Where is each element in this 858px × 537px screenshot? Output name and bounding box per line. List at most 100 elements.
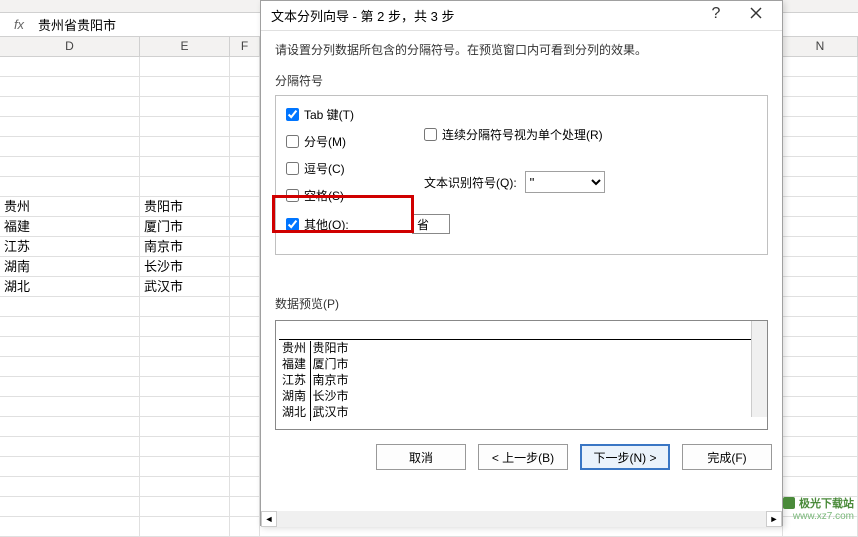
cell[interactable] xyxy=(0,77,140,96)
cell[interactable] xyxy=(783,197,858,216)
cell[interactable] xyxy=(0,297,140,316)
cell[interactable] xyxy=(140,177,230,196)
close-button[interactable] xyxy=(736,2,776,30)
cell[interactable] xyxy=(140,477,230,496)
cell[interactable] xyxy=(0,57,140,76)
cell[interactable] xyxy=(230,317,260,336)
cell[interactable] xyxy=(230,297,260,316)
cell[interactable]: 贵州 xyxy=(0,197,140,216)
col-header-f[interactable]: F xyxy=(230,37,260,56)
next-button[interactable]: 下一步(N) > xyxy=(580,444,670,470)
cell[interactable] xyxy=(230,137,260,156)
cell[interactable] xyxy=(0,137,140,156)
cell[interactable]: 福建 xyxy=(0,217,140,236)
cell[interactable] xyxy=(230,177,260,196)
cell[interactable] xyxy=(0,317,140,336)
cell[interactable] xyxy=(230,77,260,96)
cell[interactable] xyxy=(230,277,260,296)
cell[interactable] xyxy=(783,357,858,376)
cell[interactable] xyxy=(783,317,858,336)
cancel-button[interactable]: 取消 xyxy=(376,444,466,470)
cell[interactable] xyxy=(140,77,230,96)
cell[interactable] xyxy=(0,337,140,356)
scroll-right-arrow-icon[interactable]: ► xyxy=(766,511,782,527)
cell[interactable] xyxy=(230,457,260,476)
cell[interactable] xyxy=(230,357,260,376)
cell[interactable] xyxy=(230,477,260,496)
cell[interactable] xyxy=(783,117,858,136)
col-header-d[interactable]: D xyxy=(0,37,140,56)
cell[interactable] xyxy=(783,457,858,476)
cell[interactable] xyxy=(140,137,230,156)
cell[interactable]: 南京市 xyxy=(140,237,230,256)
cell[interactable] xyxy=(140,417,230,436)
cell[interactable] xyxy=(230,377,260,396)
cell[interactable] xyxy=(230,237,260,256)
delimiter-other-checkbox[interactable] xyxy=(286,218,299,231)
cell[interactable] xyxy=(230,437,260,456)
delimiter-other[interactable]: 其他(O): xyxy=(286,216,406,233)
cell[interactable]: 湖南 xyxy=(0,257,140,276)
cell[interactable] xyxy=(230,417,260,436)
cell[interactable] xyxy=(140,437,230,456)
cell[interactable]: 江苏 xyxy=(0,237,140,256)
cell[interactable] xyxy=(140,297,230,316)
cell[interactable] xyxy=(783,97,858,116)
cell[interactable] xyxy=(140,157,230,176)
cell[interactable] xyxy=(0,477,140,496)
cell[interactable] xyxy=(783,277,858,296)
cell[interactable] xyxy=(783,177,858,196)
cell[interactable] xyxy=(230,497,260,516)
finish-button[interactable]: 完成(F) xyxy=(682,444,772,470)
cell[interactable] xyxy=(140,517,230,536)
cell[interactable] xyxy=(0,357,140,376)
cell[interactable] xyxy=(140,377,230,396)
consecutive-option[interactable]: 连续分隔符号视为单个处理(R) xyxy=(424,126,605,143)
cell[interactable] xyxy=(0,457,140,476)
cell[interactable]: 武汉市 xyxy=(140,277,230,296)
cell[interactable] xyxy=(783,417,858,436)
cell[interactable] xyxy=(230,117,260,136)
cell[interactable] xyxy=(140,497,230,516)
consecutive-checkbox[interactable] xyxy=(424,128,437,141)
cell[interactable] xyxy=(140,97,230,116)
cell[interactable] xyxy=(140,397,230,416)
cell[interactable] xyxy=(783,297,858,316)
cell[interactable] xyxy=(783,137,858,156)
cell[interactable]: 厦门市 xyxy=(140,217,230,236)
cell[interactable] xyxy=(783,257,858,276)
cell[interactable] xyxy=(140,117,230,136)
help-button[interactable]: ? xyxy=(696,2,736,30)
delimiter-tab-checkbox[interactable] xyxy=(286,108,299,121)
cell[interactable] xyxy=(0,157,140,176)
cell[interactable] xyxy=(230,197,260,216)
cell[interactable] xyxy=(783,57,858,76)
cell[interactable] xyxy=(230,337,260,356)
cell[interactable] xyxy=(783,77,858,96)
cell[interactable]: 湖北 xyxy=(0,277,140,296)
cell[interactable] xyxy=(0,497,140,516)
cell[interactable] xyxy=(230,517,260,536)
delimiter-other-input[interactable] xyxy=(412,214,450,234)
cell[interactable] xyxy=(783,157,858,176)
cell[interactable]: 长沙市 xyxy=(140,257,230,276)
cell[interactable] xyxy=(783,437,858,456)
cell[interactable] xyxy=(230,217,260,236)
back-button[interactable]: < 上一步(B) xyxy=(478,444,568,470)
cell[interactable] xyxy=(783,477,858,496)
cell[interactable] xyxy=(140,57,230,76)
cell[interactable] xyxy=(230,397,260,416)
delimiter-comma[interactable]: 逗号(C) xyxy=(286,160,406,177)
preview-horizontal-scrollbar[interactable]: ◄ ► xyxy=(261,511,782,527)
cell[interactable] xyxy=(230,57,260,76)
scroll-left-arrow-icon[interactable]: ◄ xyxy=(261,511,277,527)
cell[interactable] xyxy=(140,357,230,376)
cell[interactable] xyxy=(230,257,260,276)
cell[interactable] xyxy=(0,117,140,136)
cell[interactable] xyxy=(230,157,260,176)
cell[interactable] xyxy=(0,377,140,396)
delimiter-semicolon-checkbox[interactable] xyxy=(286,135,299,148)
cell[interactable] xyxy=(783,377,858,396)
cell[interactable] xyxy=(140,317,230,336)
cell[interactable] xyxy=(783,237,858,256)
